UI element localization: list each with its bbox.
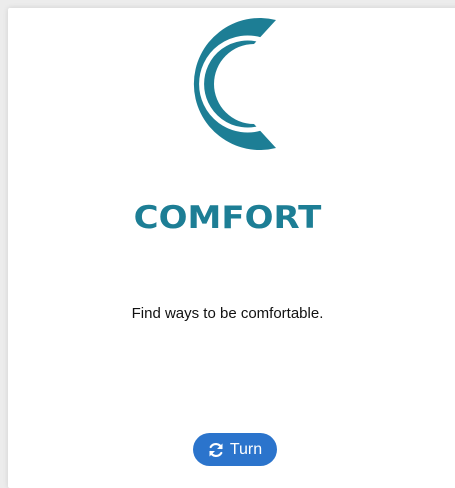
refresh-icon (209, 442, 223, 457)
comfort-c-logo-icon (193, 17, 276, 150)
app-description: Find ways to be comfortable. (131, 305, 324, 322)
turn-button[interactable]: Turn (193, 433, 277, 466)
turn-button-label: Turn (229, 440, 263, 458)
app-title: COMFORT (133, 199, 322, 237)
